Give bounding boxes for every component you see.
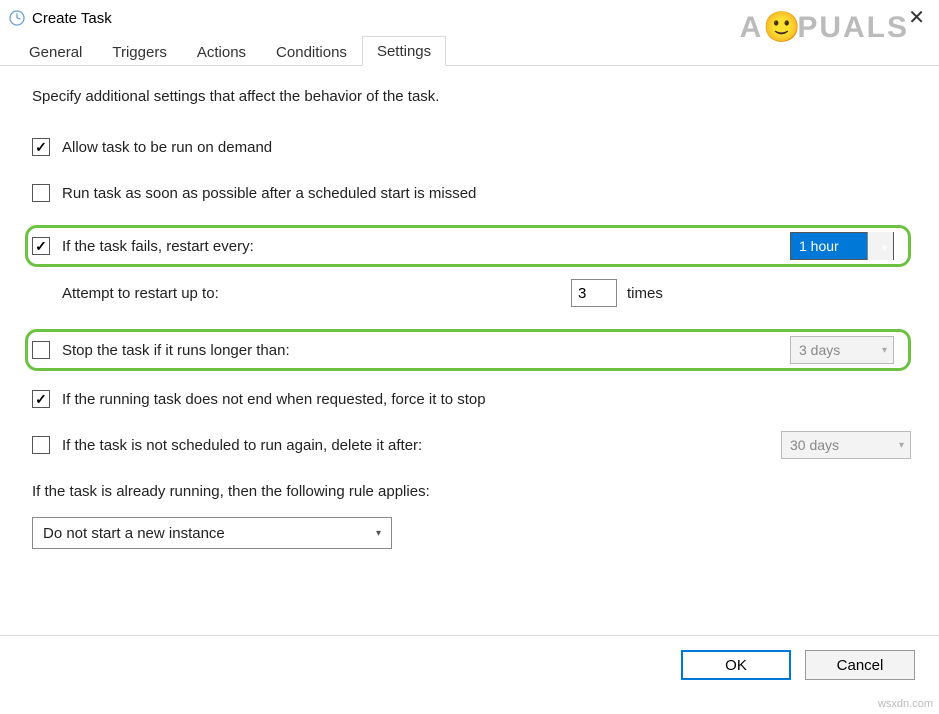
- tab-actions[interactable]: Actions: [182, 37, 261, 66]
- tabbar: General Triggers Actions Conditions Sett…: [0, 34, 939, 66]
- row-run-asap: Run task as soon as possible after a sch…: [32, 179, 911, 207]
- window-title: Create Task: [32, 10, 902, 27]
- tab-conditions[interactable]: Conditions: [261, 37, 362, 66]
- combo-stop-value: 3 days: [799, 342, 874, 358]
- combo-rule-value: Do not start a new instance: [43, 525, 225, 542]
- label-run-asap: Run task as soon as possible after a sch…: [62, 185, 476, 202]
- checkbox-delete-after[interactable]: [32, 436, 50, 454]
- close-icon[interactable]: ✕: [902, 8, 931, 28]
- row-allow-on-demand: Allow task to be run on demand: [32, 133, 911, 161]
- chevron-down-icon: ▾: [882, 243, 887, 254]
- row-attempt: Attempt to restart up to: times: [32, 279, 911, 307]
- row-force-stop: If the running task does not end when re…: [32, 385, 911, 413]
- url-watermark: wsxdn.com: [878, 698, 933, 710]
- checkbox-run-asap[interactable]: [32, 184, 50, 202]
- checkbox-restart[interactable]: [32, 237, 50, 255]
- checkbox-force-stop[interactable]: [32, 390, 50, 408]
- chevron-down-icon: ▾: [376, 528, 381, 539]
- label-restart: If the task fails, restart every:: [62, 238, 254, 255]
- label-delete-after: If the task is not scheduled to run agai…: [62, 437, 422, 454]
- combo-restart-value: 1 hour: [799, 238, 861, 254]
- tab-general[interactable]: General: [14, 37, 97, 66]
- checkbox-allow-on-demand[interactable]: [32, 138, 50, 156]
- chevron-down-icon: ▾: [882, 345, 887, 356]
- checkbox-stop-longer[interactable]: [32, 341, 50, 359]
- settings-description: Specify additional settings that affect …: [32, 88, 911, 105]
- label-attempt-suffix: times: [627, 285, 691, 302]
- row-delete-after: If the task is not scheduled to run agai…: [32, 431, 911, 459]
- titlebar: Create Task ✕: [0, 0, 939, 34]
- highlight-restart: If the task fails, restart every: 1 hour…: [25, 225, 911, 267]
- label-force-stop: If the running task does not end when re…: [62, 391, 486, 408]
- label-rule-intro: If the task is already running, then the…: [32, 483, 430, 500]
- highlight-stop-longer: Stop the task if it runs longer than: 3 …: [25, 329, 911, 371]
- tab-triggers[interactable]: Triggers: [97, 37, 181, 66]
- ok-button[interactable]: OK: [681, 650, 791, 680]
- cancel-button[interactable]: Cancel: [805, 650, 915, 680]
- button-bar: OK Cancel: [0, 635, 939, 694]
- input-attempt-count[interactable]: [571, 279, 617, 307]
- combo-stop-duration[interactable]: 3 days ▾: [790, 336, 894, 364]
- chevron-down-icon: ▾: [899, 440, 904, 451]
- clock-icon: [8, 9, 26, 27]
- tab-settings[interactable]: Settings: [362, 36, 446, 66]
- combo-delete-after[interactable]: 30 days ▾: [781, 431, 911, 459]
- label-stop-longer: Stop the task if it runs longer than:: [62, 342, 290, 359]
- combo-restart-interval[interactable]: 1 hour ▾: [790, 232, 894, 260]
- settings-panel: Specify additional settings that affect …: [0, 66, 939, 567]
- row-rule-intro: If the task is already running, then the…: [32, 477, 911, 505]
- label-attempt: Attempt to restart up to:: [62, 285, 219, 302]
- label-allow-on-demand: Allow task to be run on demand: [62, 139, 272, 156]
- combo-running-rule[interactable]: Do not start a new instance ▾: [32, 517, 392, 549]
- combo-delete-value: 30 days: [790, 437, 891, 453]
